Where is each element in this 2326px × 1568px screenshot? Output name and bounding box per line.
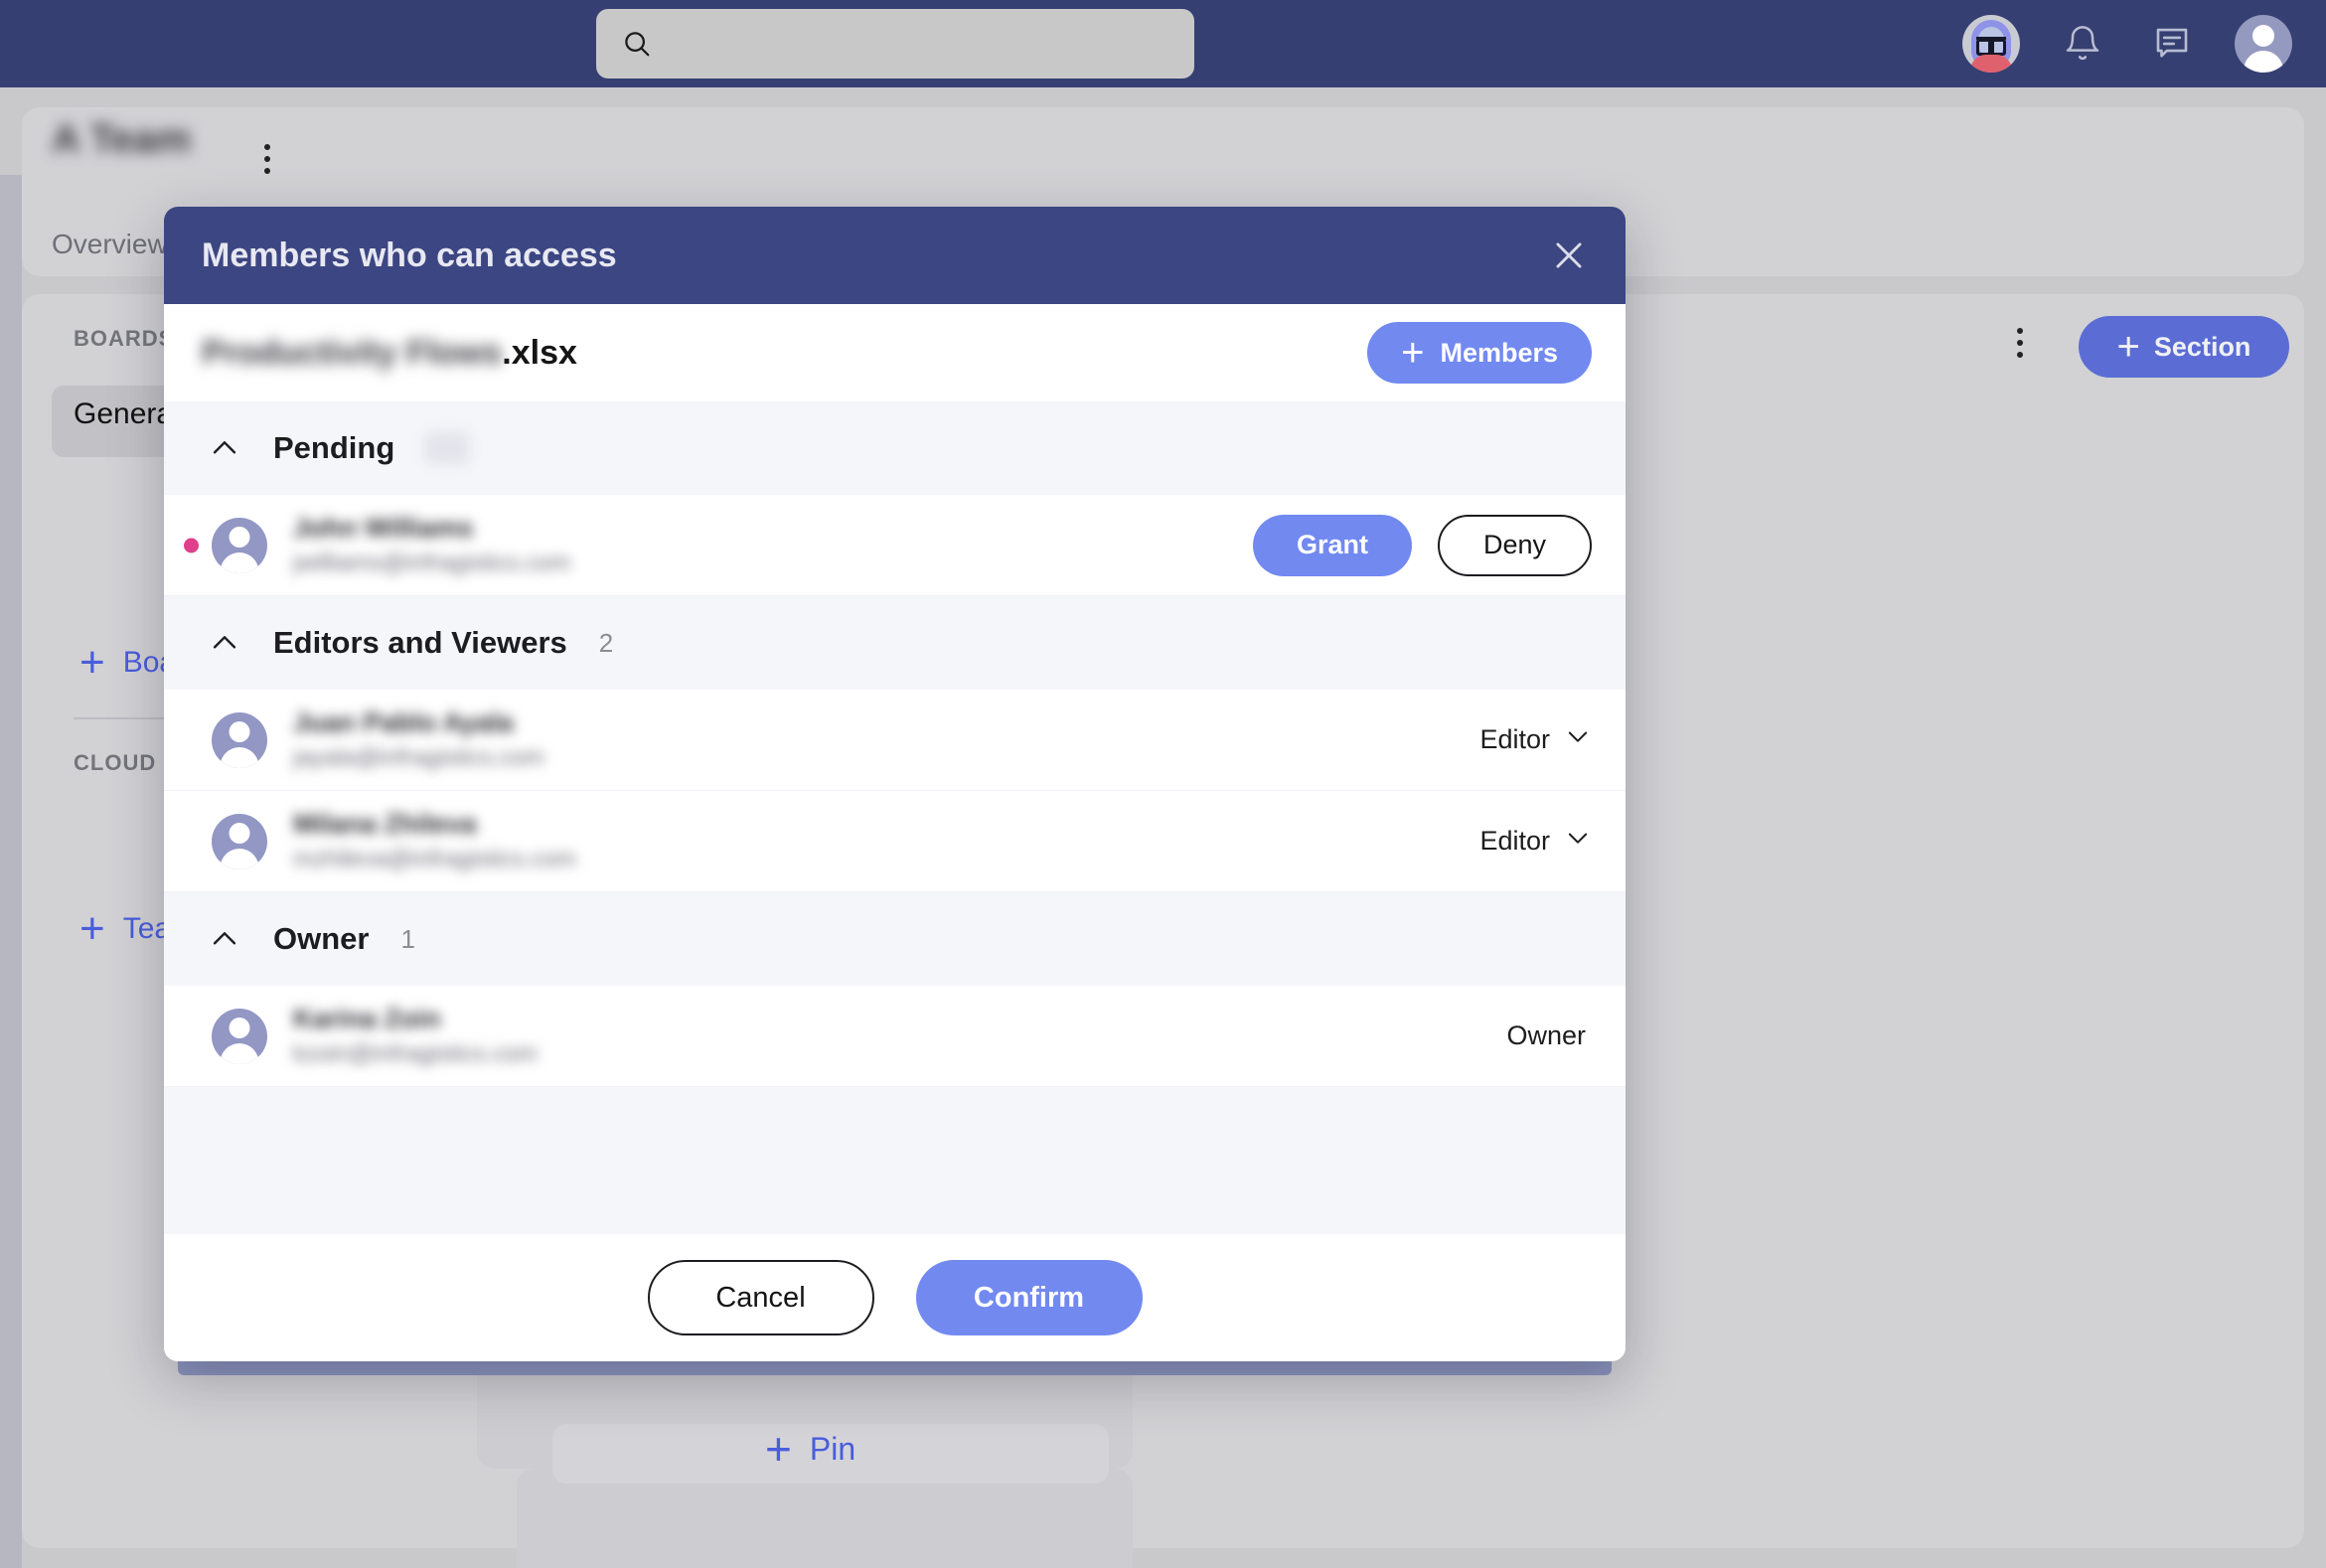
member-email: jwilliams@infragistics.com xyxy=(293,549,571,576)
member-name: John Williams xyxy=(293,513,474,543)
group-count-pending xyxy=(424,431,471,465)
grant-button[interactable]: Grant xyxy=(1252,514,1412,576)
topbar-actions xyxy=(1962,0,2292,87)
avatar xyxy=(212,813,267,869)
dialog-footer: Cancel Confirm xyxy=(164,1234,1626,1361)
add-section-button[interactable]: + Section xyxy=(2079,316,2289,378)
group-title-owner: Owner xyxy=(273,921,370,956)
members-list[interactable]: Pending John Williams jwilliams@infragis… xyxy=(164,401,1626,1234)
confirm-button[interactable]: Confirm xyxy=(915,1260,1143,1335)
table-row[interactable]: Milana Zhileva mzhileva@infragistics.com… xyxy=(164,791,1626,892)
chevron-down-icon xyxy=(1564,722,1592,757)
deny-button[interactable]: Deny xyxy=(1437,514,1592,576)
table-row[interactable]: Juan Pablo Ayala jayala@infragistics.com… xyxy=(164,690,1626,791)
bell-icon[interactable] xyxy=(2056,17,2109,71)
dialog-header: Members who can access xyxy=(164,207,1626,304)
member-info: Juan Pablo Ayala jayala@infragistics.com xyxy=(293,707,1479,772)
member-info: John Williams jwilliams@infragistics.com xyxy=(293,513,1253,577)
add-pin-button[interactable]: + Pin xyxy=(765,1422,856,1475)
search-icon xyxy=(622,29,652,59)
section-options-kebab-icon[interactable] xyxy=(2017,328,2023,358)
group-header-owner[interactable]: Owner 1 xyxy=(164,892,1626,986)
members-access-dialog: Members who can access Productivity Flow… xyxy=(164,207,1626,1361)
group-title-pending: Pending xyxy=(273,430,395,465)
plus-icon: + xyxy=(79,637,105,687)
row-actions: Grant Deny xyxy=(1252,514,1592,576)
member-name: Juan Pablo Ayala xyxy=(293,707,514,737)
file-extension: .xlsx xyxy=(502,333,577,372)
group-count-editors-viewers: 2 xyxy=(598,627,614,658)
list-empty-space xyxy=(164,1087,1626,1234)
member-info: Karina Zoin kzoin@infragistics.com xyxy=(293,1004,1506,1068)
team-options-kebab-icon[interactable] xyxy=(264,144,270,174)
avatar xyxy=(212,711,267,768)
chevron-up-icon[interactable] xyxy=(198,626,251,660)
cancel-button[interactable]: Cancel xyxy=(647,1260,874,1335)
owner-role-label: Owner xyxy=(1506,1020,1586,1050)
group-header-editors-viewers[interactable]: Editors and Viewers 2 xyxy=(164,596,1626,690)
member-name: Karina Zoin xyxy=(293,1004,441,1033)
table-row[interactable]: Karina Zoin kzoin@infragistics.com Owner xyxy=(164,986,1626,1087)
plus-icon: + xyxy=(2116,325,2140,369)
table-row[interactable]: John Williams jwilliams@infragistics.com… xyxy=(164,495,1626,596)
add-pin-label: Pin xyxy=(809,1431,856,1467)
dialog-title: Members who can access xyxy=(202,235,617,274)
avatar xyxy=(212,1008,267,1064)
pending-dot-icon xyxy=(184,538,199,552)
file-name-base: Productivity Flows xyxy=(202,333,503,372)
chat-icon[interactable] xyxy=(2145,17,2199,71)
account-avatar[interactable] xyxy=(2235,15,2292,73)
member-name: Milana Zhileva xyxy=(293,809,477,839)
group-title-editors-viewers: Editors and Viewers xyxy=(273,625,567,660)
file-row: Productivity Flows .xlsx + Members xyxy=(164,304,1626,401)
profile-illustration-avatar[interactable] xyxy=(1962,15,2020,73)
top-navigation-bar xyxy=(0,0,2326,87)
search-box[interactable] xyxy=(596,9,1194,78)
member-email: kzoin@infragistics.com xyxy=(293,1040,538,1067)
avatar xyxy=(212,517,267,573)
add-members-label: Members xyxy=(1440,337,1558,368)
plus-icon: + xyxy=(79,903,105,953)
group-header-pending[interactable]: Pending xyxy=(164,401,1626,495)
tab-overview[interactable]: Overview xyxy=(52,229,168,260)
group-count-owner: 1 xyxy=(400,923,415,954)
chevron-up-icon[interactable] xyxy=(198,922,251,956)
team-title: A Team xyxy=(52,117,192,161)
search-input[interactable] xyxy=(666,30,1143,58)
background-left-rail xyxy=(0,175,22,1568)
chevron-up-icon[interactable] xyxy=(198,431,251,465)
file-name: Productivity Flows .xlsx xyxy=(202,334,577,373)
chevron-down-icon xyxy=(1564,824,1592,859)
member-email: mzhileva@infragistics.com xyxy=(293,846,576,872)
app-root: A Team Overview BOARDS General + Board C… xyxy=(0,0,2326,1568)
background-pin-card xyxy=(517,1469,1133,1568)
add-section-label: Section xyxy=(2153,331,2251,362)
plus-icon: + xyxy=(765,1422,792,1475)
role-dropdown[interactable]: Editor xyxy=(1479,824,1592,859)
add-members-button[interactable]: + Members xyxy=(1367,322,1592,384)
role-dropdown[interactable]: Editor xyxy=(1479,722,1592,757)
plus-icon: + xyxy=(1401,331,1425,375)
member-email: jayala@infragistics.com xyxy=(293,744,544,771)
member-info: Milana Zhileva mzhileva@infragistics.com xyxy=(293,809,1479,873)
boards-section-label: BOARDS xyxy=(74,326,175,351)
role-label: Editor xyxy=(1479,826,1550,856)
close-icon[interactable] xyxy=(1540,227,1598,284)
role-label: Editor xyxy=(1479,724,1550,754)
